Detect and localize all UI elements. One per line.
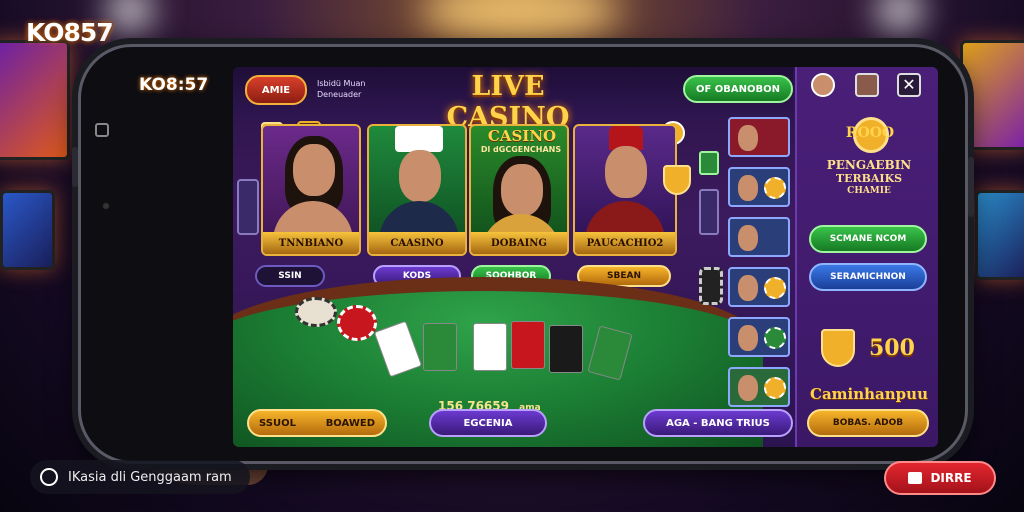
promo-title-line-1: PENGAEBIN [826, 158, 912, 172]
register-label: DIRRE [930, 471, 972, 485]
dealer-face [501, 164, 543, 216]
phone-camera-icon [101, 201, 111, 211]
smartphone: KO8:57 AMIE Isbidü Muan Deneuader LIVE C… [72, 44, 974, 464]
shield-icon-2 [663, 165, 691, 195]
thumbnail-6[interactable] [728, 367, 790, 407]
promo-badge-text: ROOO [845, 125, 895, 141]
dealer-label: PAUCACHIO2 [575, 232, 675, 254]
avatar[interactable] [811, 73, 835, 97]
phone-side-button [968, 157, 974, 217]
info-icon [40, 468, 58, 486]
phone-app-logo: KO8:57 [139, 75, 209, 95]
bottom-center-button[interactable]: EGCENIA [429, 409, 547, 437]
background-slot-screen-right [960, 40, 1024, 150]
caption-text: IKasia dli Genggaam ram [68, 469, 232, 485]
brand-logo: KO857 [26, 18, 114, 47]
game-screen: AMIE Isbidü Muan Deneuader LIVE CASINO O… [233, 67, 938, 447]
casino-logo: CASINO [487, 127, 557, 145]
background-slot-screen-left [0, 40, 70, 160]
background-slot-screen-right2 [975, 190, 1024, 280]
thumbnail-2[interactable] [728, 167, 790, 207]
phone-status-icon [95, 123, 109, 137]
bottom-left-button[interactable]: SSUOL BOAWED [247, 409, 387, 437]
menu-button[interactable]: AMIE [245, 75, 307, 105]
top-action-button[interactable]: OF OBANOBON [683, 75, 793, 103]
promo-title-line-2: TERBAIKS [835, 172, 903, 185]
promo-gold-button[interactable]: BOBAS. ADOB [807, 409, 929, 437]
caption-bar: IKasia dli Genggaam ram [30, 460, 250, 494]
spotlight-right [880, 0, 920, 30]
dealer-face [293, 144, 335, 196]
playing-card[interactable] [549, 325, 583, 373]
dealer-hat [395, 126, 443, 152]
side-icon-1[interactable] [699, 151, 719, 175]
promo-title: PENGAEBIN TERBAIKS CHAMIE [807, 159, 931, 198]
chip-black[interactable] [699, 267, 723, 305]
dealer-card-2[interactable]: CAASINO [367, 124, 467, 256]
casino-subtitle: Dl dGCGENCHANS [480, 145, 562, 154]
background-slot-screen-left2 [0, 190, 55, 270]
promo-blue-button[interactable]: SERAMICHNON [809, 263, 927, 291]
bottom-left-label: SSUOL [259, 417, 296, 429]
thumbnail-4[interactable] [728, 267, 790, 307]
profile-icon[interactable] [855, 73, 879, 97]
chip-button-ssin[interactable]: SSIN [255, 265, 325, 287]
bottom-left-value: BOAWED [325, 417, 375, 429]
dealer-card-1[interactable]: TNNBIANO [261, 124, 361, 256]
side-icon-2[interactable] [699, 189, 719, 235]
dealer-card-4[interactable]: PAUCACHIO2 [573, 124, 677, 256]
promo-green-button[interactable]: SCMANE NCOM [809, 225, 927, 253]
topbar-subtitle-1: Isbidü Muan [317, 79, 366, 88]
ceiling-light [420, 0, 620, 40]
gift-icon [908, 472, 923, 484]
dealer-face [605, 146, 647, 198]
register-button[interactable]: DIRRE [884, 461, 996, 495]
dealer-label: CAASINO [369, 232, 465, 254]
bottom-right-button[interactable]: AGA - BANG TRIUS [643, 409, 793, 437]
phone-side-button-2 [72, 147, 78, 187]
promo-title-line-3: CHAMIE [847, 186, 891, 196]
promo-panel: ✕ ROOO PENGAEBIN TERBAIKS CHAMIE SCMANE … [795, 67, 938, 447]
chip-red[interactable] [337, 305, 377, 341]
playing-card[interactable] [511, 321, 545, 369]
shield-icon-3 [821, 329, 855, 367]
spotlight-left [110, 0, 150, 30]
dealer-thumbnails [728, 117, 792, 407]
promo-badge: ROOO [815, 117, 925, 153]
prize-amount: 500 [869, 335, 915, 361]
thumbnail-3[interactable] [728, 217, 790, 257]
playing-card[interactable] [473, 323, 507, 371]
playing-card[interactable] [423, 323, 457, 371]
thumbnail-1[interactable] [728, 117, 790, 157]
dealer-face [399, 150, 441, 202]
chip-stack[interactable] [295, 297, 337, 327]
dealer-label: TNNBIANO [263, 232, 359, 254]
campaign-text: Caminhanpuu [810, 385, 928, 403]
topbar-subtitle-2: Deneuader [317, 90, 362, 99]
close-icon[interactable]: ✕ [897, 73, 921, 97]
dealer-label: DOBAING [471, 232, 567, 254]
thumbnail-5[interactable] [728, 317, 790, 357]
side-panel-toggle[interactable] [237, 179, 259, 235]
